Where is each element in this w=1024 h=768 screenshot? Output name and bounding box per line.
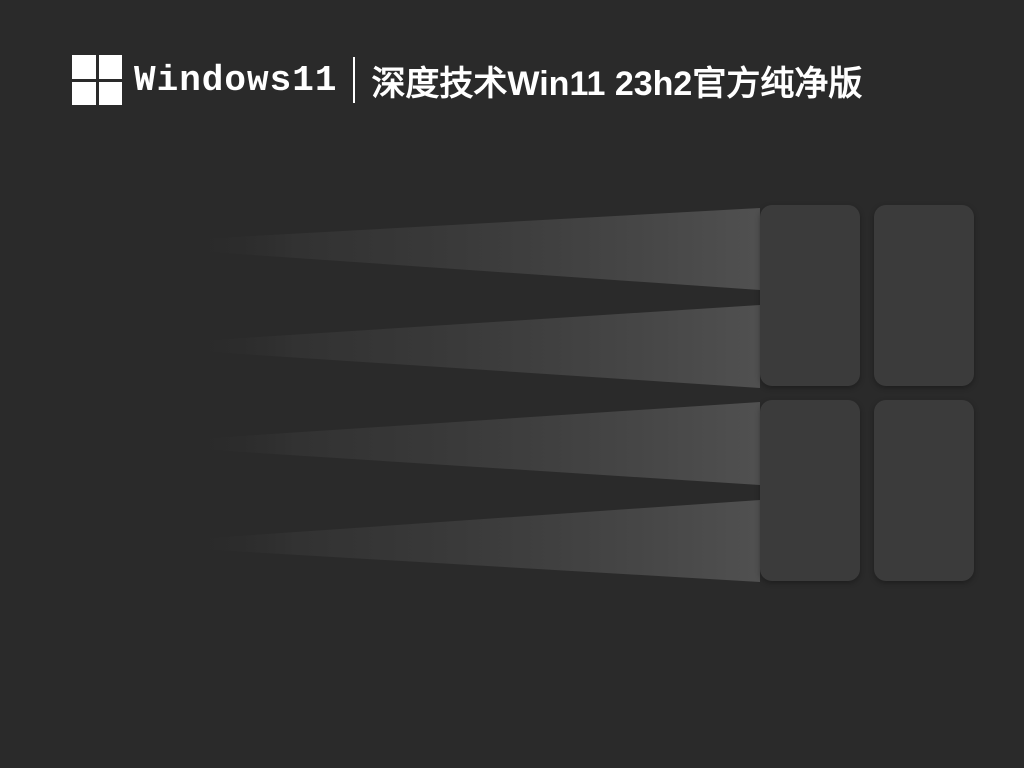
title-label: 深度技术Win11 23h2官方纯净版 [371,56,862,105]
logo-tile [874,400,974,581]
logo-tile [760,400,860,581]
header: Windows11 深度技术Win11 23h2官方纯净版 [72,55,862,105]
windows-logo-large [760,205,974,581]
logo-tile [874,205,974,386]
brand-label: Windows11 [134,60,337,101]
logo-tile [760,205,860,386]
divider [353,57,355,103]
windows-logo-icon [72,55,122,105]
